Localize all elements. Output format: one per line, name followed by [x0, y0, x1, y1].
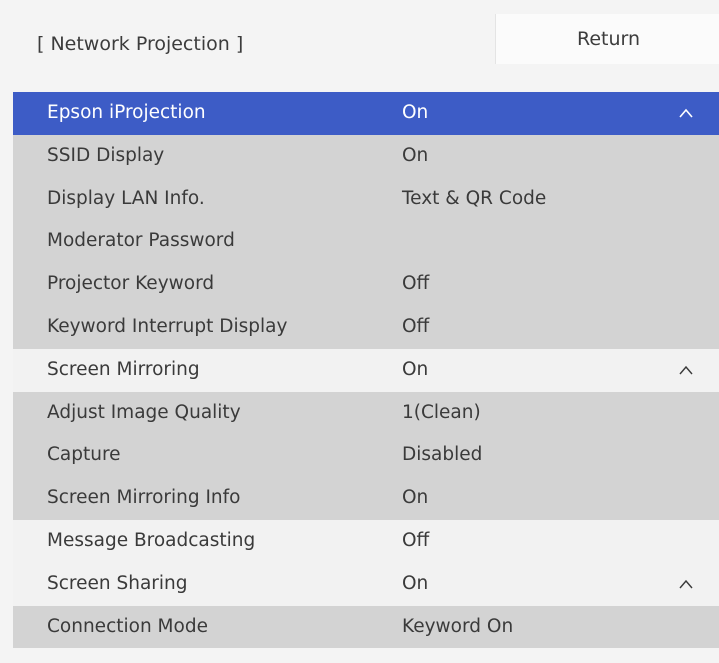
row-value: On [402, 144, 429, 166]
menu-row-screen-mirroring[interactable]: Screen Mirroring On [13, 348, 719, 392]
menu-row-screen-mirroring-info[interactable]: Screen Mirroring Info On [13, 477, 719, 520]
row-value: Keyword On [402, 615, 514, 637]
network-projection-screen: [ Network Projection ] Return Epson iPro… [0, 0, 719, 663]
menu-row-connection-mode[interactable]: Connection Mode Keyword On [13, 605, 719, 649]
row-label: Display LAN Info. [47, 187, 205, 209]
row-label: Screen Mirroring [47, 358, 200, 380]
row-label: Message Broadcasting [47, 529, 256, 551]
menu-row-capture[interactable]: Capture Disabled [13, 434, 719, 478]
menu-row-projector-keyword[interactable]: Projector Keyword Off [13, 263, 719, 306]
row-label: Epson iProjection [47, 102, 206, 123]
menu-row-screen-sharing[interactable]: Screen Sharing On [13, 562, 719, 606]
header: [ Network Projection ] Return [0, 0, 719, 88]
row-label: Screen Sharing [47, 572, 188, 594]
menu-row-moderator-password[interactable]: Moderator Password [13, 220, 719, 264]
row-label: Connection Mode [47, 615, 208, 637]
menu-row-adjust-image-quality[interactable]: Adjust Image Quality 1(Clean) [13, 391, 719, 435]
menu-row-message-broadcasting[interactable]: Message Broadcasting Off [13, 519, 719, 563]
row-value: On [402, 487, 429, 509]
return-button[interactable]: Return [495, 14, 719, 64]
row-label: Capture [47, 444, 121, 466]
row-label: Projector Keyword [47, 273, 215, 295]
row-value: Off [402, 529, 430, 551]
row-value: Off [402, 273, 430, 295]
row-label: Screen Mirroring Info [47, 487, 241, 509]
chevron-up-icon [678, 364, 694, 376]
page-title: [ Network Projection ] [37, 33, 244, 55]
row-value: Text & QR Code [402, 187, 547, 209]
row-label: SSID Display [47, 144, 165, 166]
menu-row-keyword-interrupt-display[interactable]: Keyword Interrupt Display Off [13, 305, 719, 349]
row-value: 1(Clean) [402, 401, 481, 423]
row-value: On [402, 572, 429, 594]
row-value: On [402, 358, 429, 380]
row-value: Disabled [402, 444, 483, 466]
menu-list: Epson iProjection On SSID Display On Dis… [13, 92, 719, 649]
row-label: Moderator Password [47, 230, 235, 252]
menu-row-epson-iprojection[interactable]: Epson iProjection On [13, 92, 719, 135]
chevron-up-icon [678, 578, 694, 590]
chevron-up-icon [678, 107, 694, 119]
menu-row-display-lan-info[interactable]: Display LAN Info. Text & QR Code [13, 177, 719, 221]
row-value: On [402, 102, 429, 123]
row-value: Off [402, 315, 430, 337]
row-label: Adjust Image Quality [47, 401, 241, 423]
menu-row-ssid-display[interactable]: SSID Display On [13, 134, 719, 178]
row-label: Keyword Interrupt Display [47, 315, 288, 337]
